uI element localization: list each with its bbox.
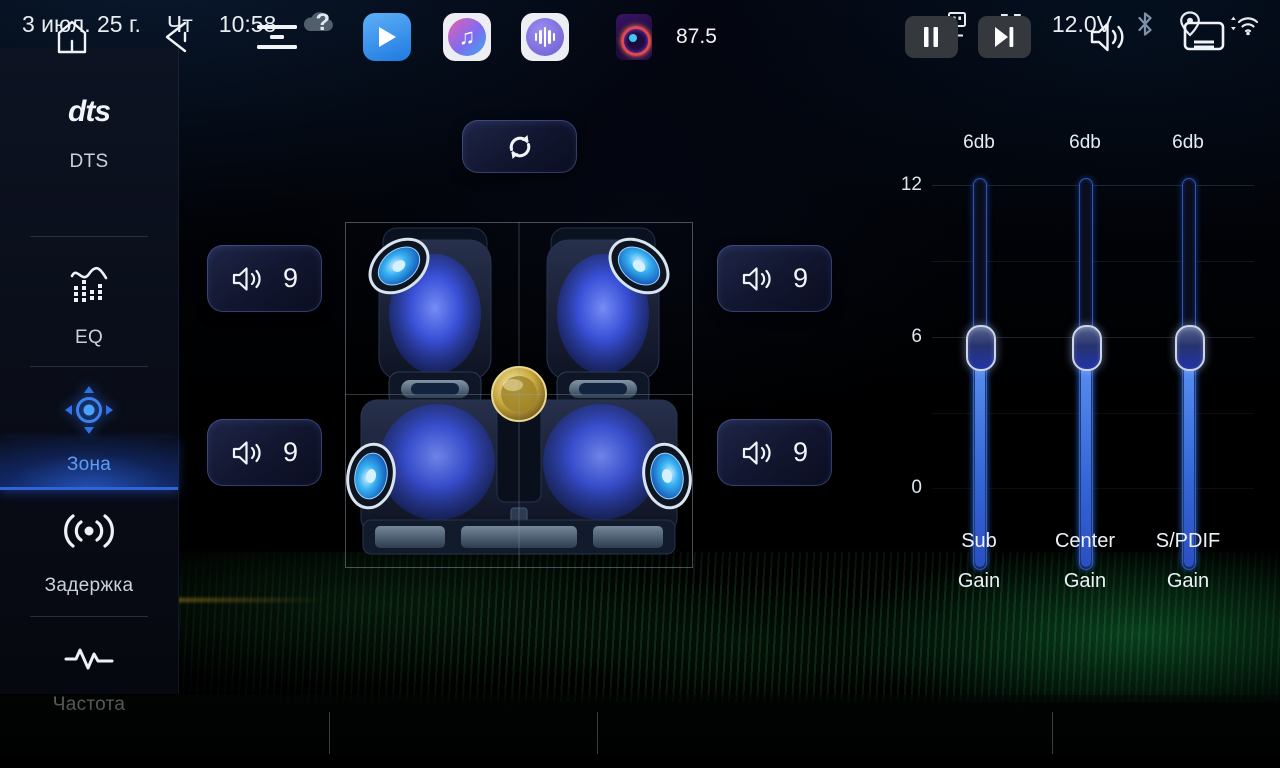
center-gain-slider: 6db Center Gain <box>1030 130 1140 610</box>
sidebar-item-dts[interactable]: dts DTS <box>0 95 178 173</box>
bottom-bar-divider <box>329 712 330 754</box>
equalizer-icon <box>66 260 112 306</box>
screen-button[interactable] <box>1176 0 1232 73</box>
pause-button[interactable] <box>904 0 958 73</box>
next-track-icon <box>978 16 1031 58</box>
pause-icon <box>905 16 958 58</box>
center-gain-thumb[interactable] <box>1072 325 1102 371</box>
slider-name: Sub <box>924 530 1034 553</box>
sidebar-item-label: Зона <box>0 454 178 476</box>
now-playing-artwork[interactable] <box>612 0 656 73</box>
slider-unit: Gain <box>924 570 1034 593</box>
radio-album-art <box>616 14 652 60</box>
music-note-glyph: ♫ <box>459 24 476 50</box>
sidebar-divider <box>30 236 148 237</box>
home-button[interactable] <box>44 0 100 73</box>
sidebar-item-delay[interactable]: Задержка <box>0 508 178 597</box>
sidebar-item-label: DTS <box>0 151 178 173</box>
slider-unit: Gain <box>1133 570 1243 593</box>
gain-scale-12: 12 <box>892 174 922 196</box>
slider-unit: Gain <box>1030 570 1140 593</box>
sidebar-divider <box>30 366 148 367</box>
video-player-app[interactable] <box>360 0 414 73</box>
sub-gain-thumb[interactable] <box>966 325 996 371</box>
slider-name: Center <box>1030 530 1140 553</box>
speaker-icon <box>741 439 773 467</box>
volume-value: 9 <box>283 437 298 468</box>
volume-button[interactable] <box>1080 0 1136 73</box>
refresh-icon <box>504 131 536 163</box>
speaker-icon <box>231 265 263 293</box>
center-gain-track[interactable] <box>1079 178 1093 570</box>
dpad-icon <box>62 383 116 437</box>
sound-effect-app[interactable] <box>518 0 572 73</box>
slider-db-value: 6db <box>1030 132 1140 154</box>
signal-waves-icon <box>60 508 118 554</box>
volume-value: 9 <box>793 263 808 294</box>
menu-icon <box>255 22 299 52</box>
zone-seat-map[interactable] <box>345 222 693 568</box>
slider-db-value: 6db <box>924 132 1034 154</box>
volume-icon <box>1088 20 1128 54</box>
gain-scale-0: 0 <box>892 477 922 499</box>
play-app-icon <box>363 13 411 61</box>
sidebar-item-zone[interactable]: Зона <box>0 383 178 476</box>
speaker-icon <box>741 265 773 293</box>
sidebar-divider <box>30 616 148 617</box>
spdif-gain-track[interactable] <box>1182 178 1196 570</box>
bottom-bar-divider <box>1052 712 1053 754</box>
zone-reset-button[interactable] <box>462 120 577 173</box>
volume-value: 9 <box>283 263 298 294</box>
front-left-volume-button[interactable]: 9 <box>207 245 322 312</box>
sidebar: dts DTS EQ <box>0 48 179 694</box>
sidebar-item-eq[interactable]: EQ <box>0 260 178 349</box>
bottom-bar <box>0 695 1280 768</box>
bottom-bar-divider <box>597 712 598 754</box>
back-icon <box>167 23 185 51</box>
radio-frequency: 87.5 <box>676 0 717 73</box>
screen-icon <box>1182 20 1226 54</box>
spdif-gain-slider: 6db S/PDIF Gain <box>1133 130 1243 610</box>
back-button[interactable] <box>148 0 204 73</box>
spdif-gain-thumb[interactable] <box>1175 325 1205 371</box>
car-head-unit-screen: 3 июл. 25 г. Чт 10:58 ? <box>0 0 1280 768</box>
dts-logo-icon: dts <box>0 95 178 129</box>
rear-left-volume-button[interactable]: 9 <box>207 419 322 486</box>
music-app[interactable]: ♫ <box>440 0 494 73</box>
sub-gain-track[interactable] <box>973 178 987 570</box>
volume-value: 9 <box>793 437 808 468</box>
slider-name: S/PDIF <box>1133 530 1243 553</box>
sub-gain-slider: 6db Sub Gain <box>924 130 1034 610</box>
slider-db-value: 6db <box>1133 132 1243 154</box>
front-right-volume-button[interactable]: 9 <box>717 245 832 312</box>
bluetooth-icon <box>1136 11 1154 37</box>
menu-button[interactable] <box>246 0 308 73</box>
waveform-icon <box>64 643 114 675</box>
music-app-icon: ♫ <box>443 13 491 61</box>
sound-effect-app-icon <box>521 13 569 61</box>
speaker-icon <box>231 439 263 467</box>
sidebar-item-label: Задержка <box>0 575 178 597</box>
rear-right-volume-button[interactable]: 9 <box>717 419 832 486</box>
gain-scale-6: 6 <box>892 326 922 348</box>
sidebar-item-label: EQ <box>0 327 178 349</box>
next-track-button[interactable] <box>977 0 1031 73</box>
